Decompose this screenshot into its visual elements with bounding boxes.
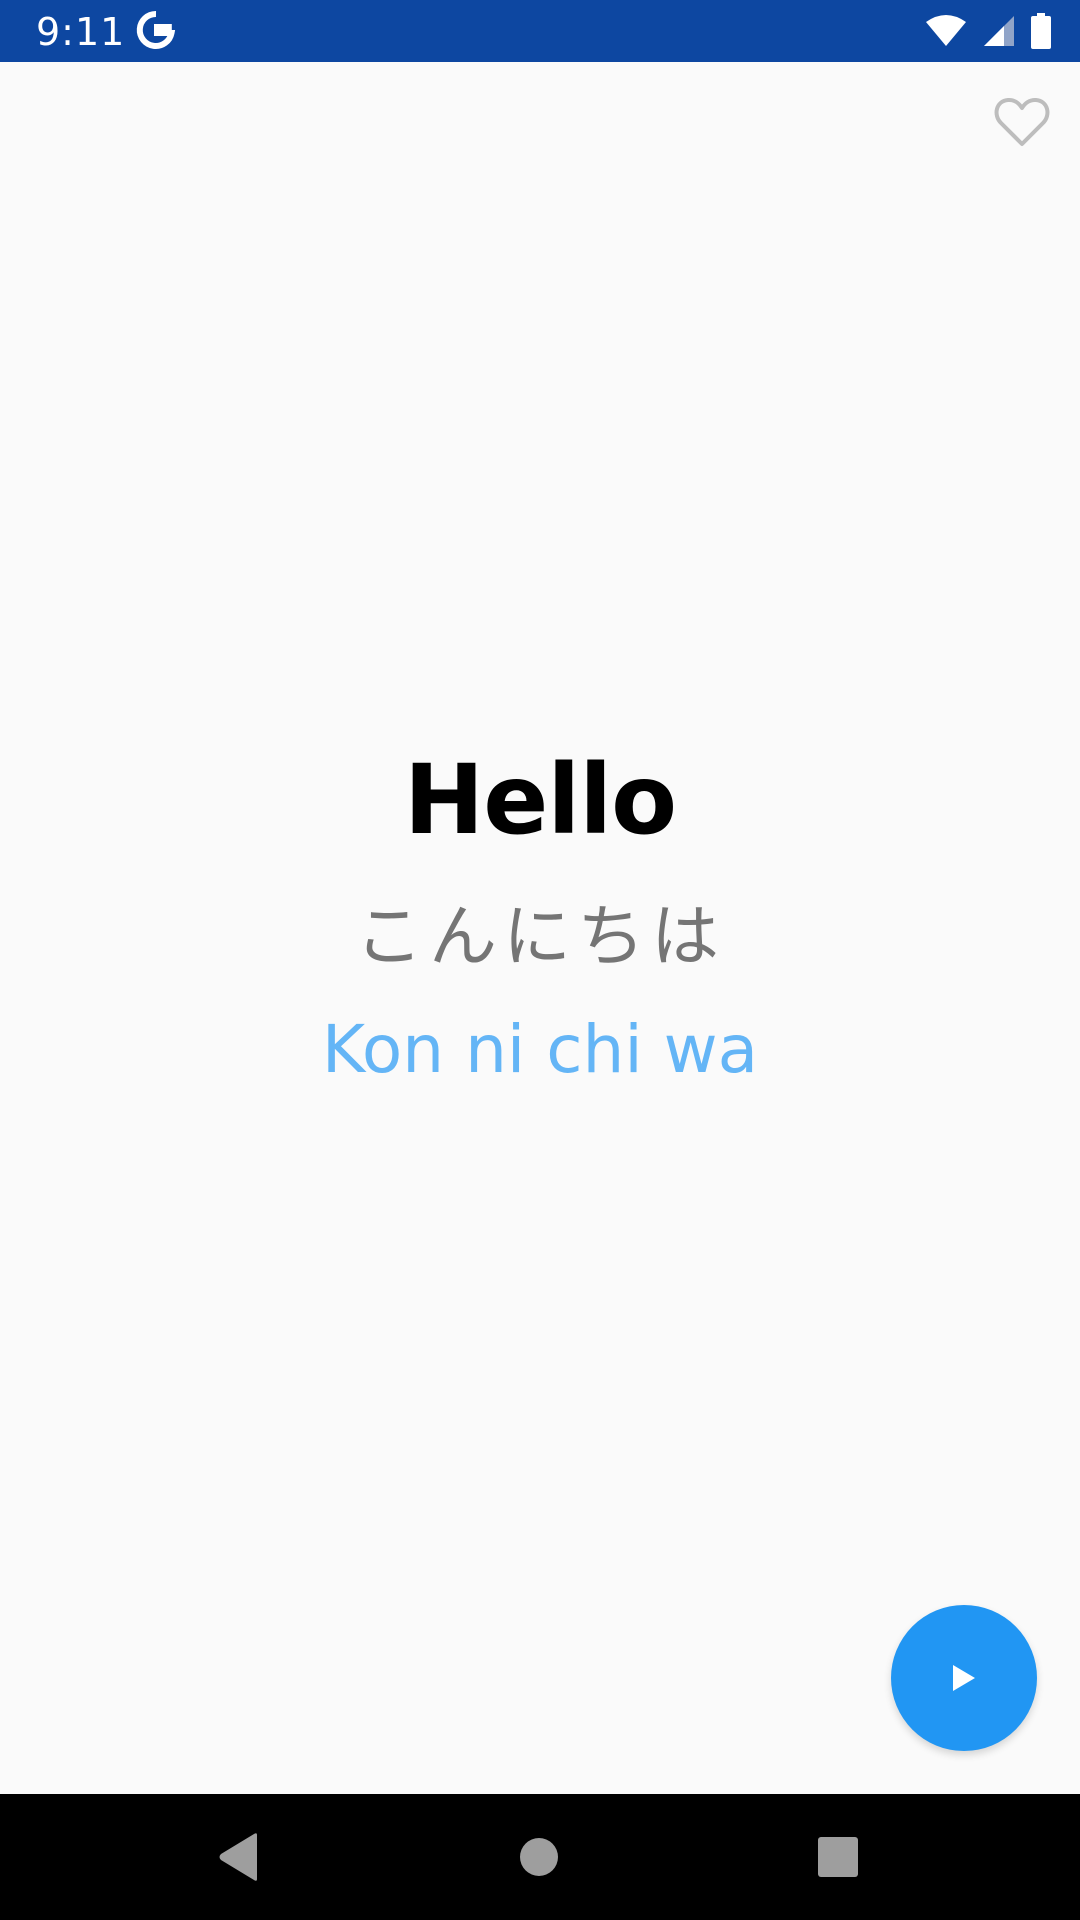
cell-signal-icon [984,16,1014,46]
english-word: Hello [403,744,677,856]
back-button[interactable] [206,1824,272,1890]
heart-outline-icon [994,97,1050,146]
phrase-content: Hello こんにちは Kon ni chi wa [0,740,1080,1092]
back-icon [219,1833,257,1881]
play-icon [953,1665,975,1691]
google-icon [136,10,176,49]
home-icon [520,1838,558,1876]
favorite-button[interactable] [986,86,1058,158]
play-button[interactable] [891,1605,1037,1751]
status-time: 9:11 [36,10,126,54]
status-bar: 9:11 [0,0,1080,62]
home-button[interactable] [506,1824,572,1890]
romanization: Kon ni chi wa [321,1011,759,1088]
status-icons [924,12,1052,50]
battery-icon [1031,13,1051,49]
wifi-icon [926,15,966,46]
navigation-bar [0,1794,1080,1920]
native-word: こんにちは [354,898,725,977]
recents-icon [818,1837,858,1877]
recents-button[interactable] [805,1824,871,1890]
phrase-screen: 9:11 Hello こんにちは Kon ni chi wa [0,0,1080,1920]
